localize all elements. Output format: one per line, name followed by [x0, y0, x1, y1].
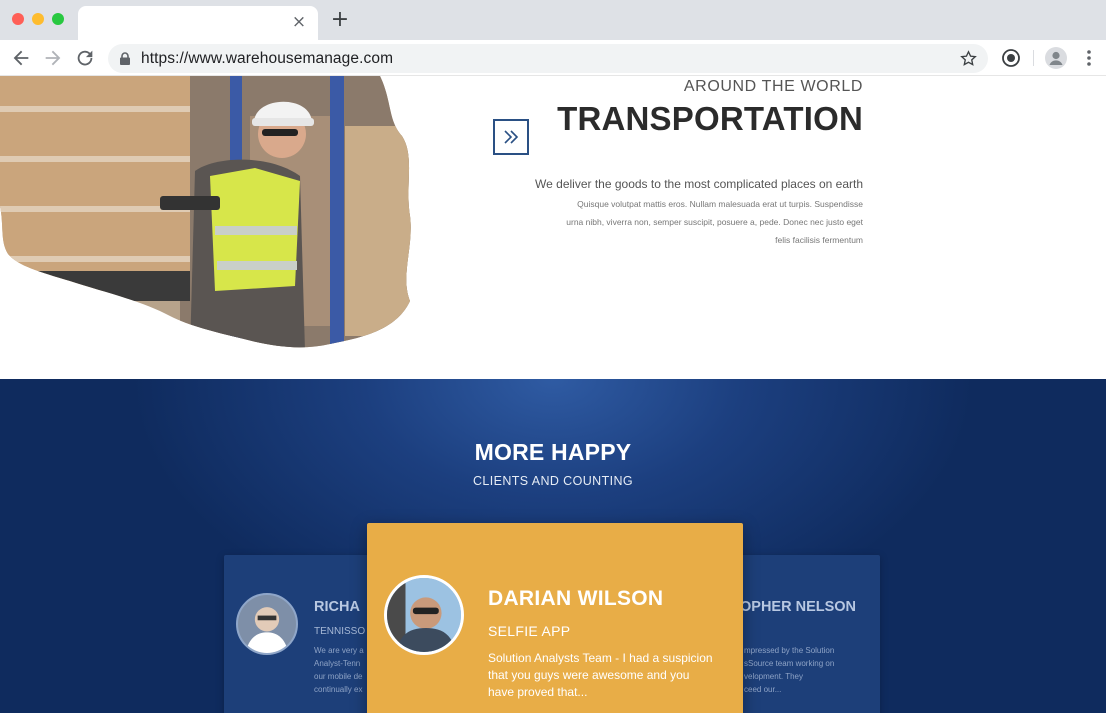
window-maximize-button[interactable]	[52, 13, 64, 25]
section-kicker: AROUND THE WORLD	[683, 78, 863, 95]
clients-subtitle: CLIENTS AND COUNTING	[472, 474, 634, 488]
forward-icon[interactable]	[42, 47, 64, 69]
new-tab-button[interactable]: +	[330, 9, 350, 31]
address-bar[interactable]: https://www.warehousemanage.com	[108, 44, 988, 73]
quote-line: mpressed by the Solution	[744, 646, 835, 655]
section-title: TRANSPORTATION	[557, 100, 863, 137]
client-name: OPHER NELSON	[740, 599, 857, 615]
toolbar-divider	[1033, 50, 1034, 66]
clients-title: MORE HAPPY	[474, 439, 632, 465]
quote-line: our mobile de	[314, 672, 363, 681]
close-tab-icon[interactable]: ×	[290, 13, 308, 31]
lock-icon	[120, 52, 130, 65]
body-line: urna nibh, viverra non, semper suscipit,…	[566, 217, 863, 227]
quote-line: continually ex	[314, 685, 363, 694]
transportation-section: AROUND THE WORLD TRANSPORTATION We deliv…	[0, 76, 1106, 379]
body-line: Quisque volutpat mattis eros. Nullam mal…	[577, 199, 863, 209]
double-chevron-right-icon	[504, 130, 519, 144]
happy-clients-section: MORE HAPPY CLIENTS AND COUNTING RICHA TE…	[0, 379, 1106, 713]
window-minimize-button[interactable]	[32, 13, 44, 25]
browser-menu-icon[interactable]	[1080, 48, 1098, 68]
back-icon[interactable]	[10, 47, 32, 69]
client-quote: Solution Analysts Team - I had a suspici…	[488, 651, 713, 699]
browser-toolbar: https://www.warehousemanage.com	[0, 40, 1106, 76]
body-line: felis facilisis fermentum	[775, 235, 863, 245]
quote-line: Analyst-Tenn	[314, 659, 361, 668]
quote-line: ceed our...	[744, 685, 782, 694]
page-content: AROUND THE WORLD TRANSPORTATION We deliv…	[0, 76, 1106, 713]
bookmark-star-icon[interactable]	[959, 49, 978, 68]
section-lead: We deliver the goods to the most complic…	[535, 177, 863, 191]
client-quote: mpressed by the Solution sSource team wo…	[744, 644, 834, 696]
client-avatar	[236, 593, 298, 655]
window-close-button[interactable]	[12, 13, 24, 25]
section-body: Quisque volutpat mattis eros. Nullam mal…	[563, 195, 863, 249]
client-role: TENNISSO	[314, 626, 366, 637]
extension-icon[interactable]	[1001, 48, 1021, 68]
reload-icon[interactable]	[74, 47, 96, 69]
browser-tab-bar: × +	[0, 0, 1106, 40]
next-slide-button[interactable]	[493, 119, 529, 155]
quote-line: velopment. They	[744, 672, 803, 681]
quote-line: We are very a	[314, 646, 364, 655]
browser-tab[interactable]: ×	[78, 6, 318, 40]
url-text: https://www.warehousemanage.com	[141, 50, 394, 67]
client-role: SELFIE APP	[488, 623, 571, 639]
quote-line: sSource team working on	[744, 659, 835, 668]
client-quote: We are very a Analyst-Tenn our mobile de…	[314, 644, 364, 696]
warehouse-worker-image	[0, 76, 411, 348]
client-name: DARIAN WILSON	[488, 587, 664, 610]
client-avatar	[384, 575, 464, 655]
profile-avatar-icon[interactable]	[1045, 47, 1067, 69]
testimonial-card-featured[interactable]: DARIAN WILSON SELFIE APP Solution Analys…	[367, 523, 743, 713]
client-name: RICHA	[314, 599, 360, 615]
